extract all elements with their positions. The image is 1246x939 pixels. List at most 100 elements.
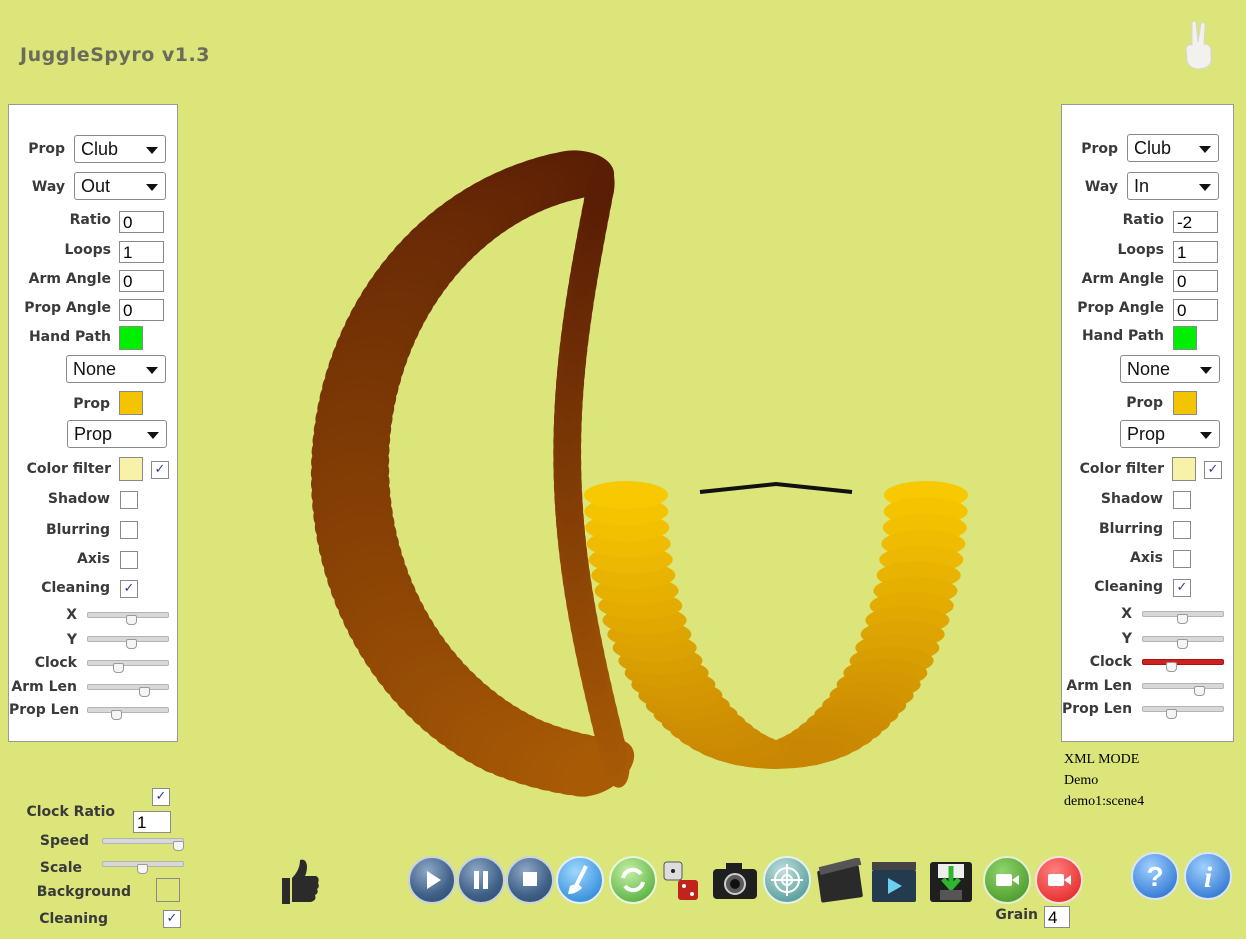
way-select[interactable]: In xyxy=(1127,172,1219,200)
clock-slider[interactable] xyxy=(1142,659,1224,672)
slider-thumb[interactable] xyxy=(112,663,124,673)
grain-input[interactable]: 4 xyxy=(1044,906,1070,928)
target-button[interactable] xyxy=(763,856,811,904)
prop-select-value: Club xyxy=(1134,138,1172,158)
thumbs-up-icon[interactable] xyxy=(280,856,320,906)
arm-len-slider[interactable] xyxy=(87,684,169,697)
record-red-button[interactable] xyxy=(1035,856,1083,904)
y-label: Y xyxy=(66,632,77,648)
axis-label: Axis xyxy=(1130,550,1163,566)
chevron-down-icon xyxy=(1199,184,1211,191)
clock-ratio-input[interactable]: 1 xyxy=(133,811,171,833)
slider-thumb[interactable] xyxy=(1165,709,1177,719)
shadow-label: Shadow xyxy=(47,491,110,507)
color-filter-swatch[interactable] xyxy=(119,457,143,481)
way-label: Way xyxy=(31,179,65,195)
slider-thumb[interactable] xyxy=(125,639,137,649)
prop-color-label: Prop xyxy=(73,396,110,412)
prop-color-label: Prop xyxy=(1126,395,1163,411)
hand-path-mode-select[interactable]: None xyxy=(1120,355,1220,383)
hand-path-mode-select[interactable]: None xyxy=(66,355,166,383)
axis-checkbox[interactable] xyxy=(120,551,138,569)
chevron-down-icon xyxy=(146,184,158,191)
prop-select[interactable]: Club xyxy=(1127,134,1219,162)
dice-icon[interactable] xyxy=(660,858,708,906)
arm-len-slider[interactable] xyxy=(1142,683,1224,696)
shadow-label: Shadow xyxy=(1100,491,1163,507)
prop-mode-select[interactable]: Prop xyxy=(1120,420,1220,448)
slider-thumb[interactable] xyxy=(110,710,122,720)
camera-icon[interactable] xyxy=(710,857,760,903)
target-icon xyxy=(771,864,803,896)
prop-len-slider[interactable] xyxy=(1142,706,1224,719)
left-hand-panel: Prop Club Way Out Ratio 0 Loops 1 Arm An… xyxy=(8,104,178,742)
loops-input[interactable]: 1 xyxy=(119,241,164,263)
slider-thumb[interactable] xyxy=(138,687,150,697)
play-button[interactable] xyxy=(408,856,456,904)
slider-thumb[interactable] xyxy=(125,615,137,625)
loops-input[interactable]: 1 xyxy=(1173,241,1218,263)
status-name: Demo xyxy=(1064,773,1099,788)
prop-angle-input[interactable]: 0 xyxy=(1173,299,1218,321)
cleaning-checkbox[interactable]: ✓ xyxy=(120,580,138,598)
ratio-input[interactable]: -2 xyxy=(1173,211,1218,233)
slider-thumb[interactable] xyxy=(1165,662,1177,672)
download-icon[interactable] xyxy=(926,856,976,906)
refresh-button[interactable] xyxy=(609,856,657,904)
axis-checkbox[interactable] xyxy=(1173,550,1191,568)
way-select[interactable]: Out xyxy=(74,172,166,200)
hand-path-color-swatch[interactable] xyxy=(1173,326,1197,350)
prop-angle-input[interactable]: 0 xyxy=(119,299,164,321)
slider-thumb[interactable] xyxy=(173,841,185,851)
background-color-swatch[interactable] xyxy=(156,878,180,902)
arm-angle-label: Arm Angle xyxy=(28,271,111,287)
x-slider[interactable] xyxy=(1142,611,1224,624)
cleaning-checkbox[interactable]: ✓ xyxy=(1173,579,1191,597)
slider-thumb[interactable] xyxy=(1193,686,1205,696)
hand-path-color-swatch[interactable] xyxy=(119,326,143,350)
prop-color-swatch[interactable] xyxy=(119,391,143,415)
y-slider[interactable] xyxy=(87,636,169,649)
prop-len-slider[interactable] xyxy=(87,707,169,720)
shadow-checkbox[interactable] xyxy=(1173,491,1191,509)
arm-angle-input[interactable]: 0 xyxy=(119,270,164,292)
record-green-button[interactable] xyxy=(983,856,1031,904)
color-filter-checkbox[interactable]: ✓ xyxy=(1204,461,1222,479)
help-button[interactable]: ? xyxy=(1131,852,1179,900)
arm-angle-input[interactable]: 0 xyxy=(1173,270,1218,292)
juggling-canvas[interactable] xyxy=(0,0,1246,939)
info-button[interactable]: i xyxy=(1184,852,1232,900)
pause-button[interactable] xyxy=(457,856,505,904)
way-select-value: In xyxy=(1134,176,1150,196)
clock-ratio-checkbox[interactable]: ✓ xyxy=(152,788,170,806)
scale-slider[interactable] xyxy=(102,861,184,874)
stop-button[interactable] xyxy=(506,856,554,904)
shadow-checkbox[interactable] xyxy=(120,491,138,509)
clock-slider[interactable] xyxy=(87,660,169,673)
y-slider[interactable] xyxy=(1142,636,1224,649)
video-icon[interactable] xyxy=(868,856,920,906)
color-filter-checkbox[interactable]: ✓ xyxy=(151,461,169,479)
svg-text:?: ? xyxy=(1146,861,1163,892)
color-filter-swatch[interactable] xyxy=(1172,457,1196,481)
clapper-icon[interactable] xyxy=(815,858,865,904)
slider-thumb[interactable] xyxy=(137,864,148,874)
x-slider[interactable] xyxy=(87,612,169,625)
way-select-value: Out xyxy=(81,176,111,196)
slider-thumb[interactable] xyxy=(1177,614,1188,624)
blurring-checkbox[interactable] xyxy=(120,521,138,539)
blurring-checkbox[interactable] xyxy=(1173,521,1191,539)
arm-line xyxy=(699,481,853,494)
prop-mode-value: Prop xyxy=(74,424,113,444)
prop-select[interactable]: Club xyxy=(74,135,166,163)
prop-color-swatch[interactable] xyxy=(1173,391,1197,415)
speed-slider[interactable] xyxy=(102,838,185,851)
slider-thumb[interactable] xyxy=(1177,639,1188,649)
help-icon: ? xyxy=(1146,861,1163,892)
clean-button[interactable] xyxy=(556,856,604,904)
ratio-label: Ratio xyxy=(69,212,111,228)
prop-mode-select[interactable]: Prop xyxy=(67,420,167,448)
ratio-input[interactable]: 0 xyxy=(119,211,164,233)
prop-mode-value: Prop xyxy=(1127,424,1166,444)
y-label: Y xyxy=(1121,631,1132,647)
